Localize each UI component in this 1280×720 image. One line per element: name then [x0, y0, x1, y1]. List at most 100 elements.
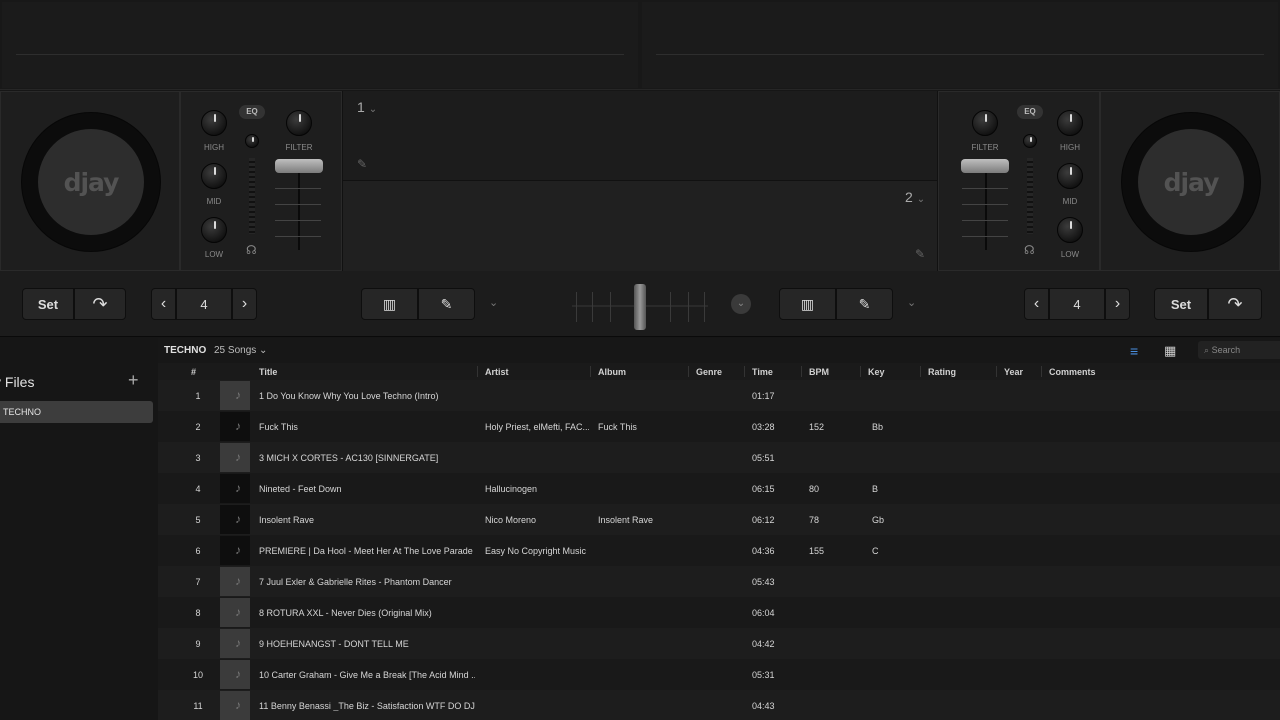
track-key: Bb: [872, 422, 884, 432]
column-rating[interactable]: Rating: [928, 367, 956, 377]
track-time: 06:12: [752, 515, 775, 525]
track-artist: Holy Priest, elMefti, FAC...: [485, 422, 589, 432]
deck-1-number[interactable]: 1 ⌄: [357, 99, 377, 115]
plus-icon[interactable]: +: [128, 370, 139, 391]
right-set-cue-button[interactable]: Set: [1154, 288, 1208, 320]
library-header: TECHNO 25 Songs ⌄ ≡ ▦ ⌕ Search: [158, 338, 1280, 362]
track-title: 10 Carter Graham - Give Me a Break [The …: [259, 670, 475, 680]
right-volume-fader[interactable]: [961, 159, 1009, 173]
filter-knob[interactable]: [972, 110, 998, 136]
eq-mode-dropdown[interactable]: EQ: [239, 105, 265, 119]
column-comments[interactable]: Comments: [1049, 367, 1096, 377]
right-turntable[interactable]: djay: [1121, 112, 1261, 252]
right-mic-button[interactable]: ✎: [836, 288, 893, 320]
table-row[interactable]: 2 ♪ Fuck This Holy Priest, elMefti, FAC... F…: [158, 411, 1280, 442]
music-note-icon: ♪: [235, 388, 241, 402]
chevron-down-icon[interactable]: ⌄: [489, 296, 498, 309]
table-row[interactable]: 5 ♪ Insolent Rave Nico Moreno Insolent Rave 0…: [158, 504, 1280, 535]
chevron-down-icon[interactable]: ⌄: [907, 296, 916, 309]
deck-2-number[interactable]: 2 ⌄: [905, 189, 925, 205]
waveform-overview: [0, 0, 1280, 90]
track-number: 3: [195, 453, 201, 463]
headphones-icon[interactable]: ☊: [246, 243, 257, 257]
track-number: 9: [195, 639, 201, 649]
column-key[interactable]: Key: [868, 367, 885, 377]
column-year[interactable]: Year: [1004, 367, 1023, 377]
left-pitch-down-button[interactable]: ‹: [151, 288, 176, 320]
low-eq-knob[interactable]: [1057, 217, 1083, 243]
pencil-icon[interactable]: ✎: [915, 247, 925, 261]
grid-view-icon[interactable]: ▦: [1164, 343, 1176, 359]
gain-knob[interactable]: [1023, 134, 1037, 148]
right-pitch-down-button[interactable]: ‹: [1024, 288, 1049, 320]
table-row[interactable]: 8 ♪ 8 ROTURA XXL - Never Dies (Original Mi…: [158, 597, 1280, 628]
album-art: ♪: [220, 412, 250, 441]
sidebar-item-techno[interactable]: TECHNO: [0, 401, 153, 423]
filter-label: FILTER: [971, 143, 999, 152]
deck-1-label: 1: [357, 99, 365, 115]
crossfader-options-button[interactable]: ⌄: [731, 294, 751, 314]
column-number[interactable]: #: [191, 367, 196, 377]
library: y Files + TECHNO TECHNO 25 Songs ⌄ ≡ ▦ ⌕…: [0, 338, 1280, 720]
track-time: 05:31: [752, 670, 775, 680]
table-row[interactable]: 10 ♪ 10 Carter Graham - Give Me a Break [T…: [158, 659, 1280, 690]
column-bpm[interactable]: BPM: [809, 367, 829, 377]
loop-icon: ↷: [1227, 293, 1243, 314]
sidebar-title: y Files: [0, 374, 35, 390]
track-number: 4: [195, 484, 201, 494]
column-title[interactable]: Title: [259, 367, 277, 377]
right-loop-button[interactable]: ↷: [1208, 288, 1262, 320]
right-pitch-up-button[interactable]: ›: [1105, 288, 1130, 320]
column-album[interactable]: Album: [598, 367, 626, 377]
left-waveform[interactable]: [2, 2, 638, 88]
left-loop-button[interactable]: ↷: [74, 288, 126, 320]
left-turntable[interactable]: djay: [21, 112, 161, 252]
chevron-left-icon: ‹: [1033, 295, 1040, 312]
left-volume-fader[interactable]: [275, 159, 323, 173]
search-input[interactable]: ⌕ Search: [1198, 341, 1280, 359]
right-waveform[interactable]: [642, 2, 1278, 88]
set-label: Set: [37, 296, 59, 312]
list-view-icon[interactable]: ≡: [1130, 343, 1138, 359]
high-eq-knob[interactable]: [1057, 110, 1083, 136]
table-row[interactable]: 6 ♪ PREMIERE | Da Hool - Meet Her At The L…: [158, 535, 1280, 566]
track-title: 9 HOEHENANGST - DONT TELL ME: [259, 639, 409, 649]
low-eq-knob[interactable]: [201, 217, 227, 243]
right-turntable-panel: djay: [1100, 91, 1280, 271]
table-row[interactable]: 9 ♪ 9 HOEHENANGST - DONT TELL ME 04:42: [158, 628, 1280, 659]
table-row[interactable]: 3 ♪ 3 MICH X CORTES - AC130 [SINNERGATE] 05…: [158, 442, 1280, 473]
right-pitch-value[interactable]: 4: [1049, 288, 1105, 320]
left-sampler-button[interactable]: ▥: [361, 288, 418, 320]
pencil-icon[interactable]: ✎: [357, 157, 367, 171]
track-title: Nineted - Feet Down: [259, 484, 342, 494]
volume-fader-track: [298, 166, 300, 250]
table-row[interactable]: 7 ♪ 7 Juul Exler & Gabrielle Rites - Phant…: [158, 566, 1280, 597]
column-genre[interactable]: Genre: [696, 367, 722, 377]
eq-mode-dropdown[interactable]: EQ: [1017, 105, 1043, 119]
high-eq-knob[interactable]: [201, 110, 227, 136]
crossfader[interactable]: [572, 284, 708, 330]
mid-eq-knob[interactable]: [1057, 163, 1083, 189]
mid-eq-knob[interactable]: [201, 163, 227, 189]
track-title: 11 Benny Benassi _The Biz - Satisfaction…: [259, 701, 475, 711]
left-pitch-up-button[interactable]: ›: [232, 288, 257, 320]
crossfader-handle[interactable]: [634, 284, 646, 330]
left-set-cue-button[interactable]: Set: [22, 288, 74, 320]
table-row[interactable]: 11 ♪ 11 Benny Benassi _The Biz - Satisfact…: [158, 690, 1280, 720]
right-sampler-button[interactable]: ▥: [779, 288, 836, 320]
column-time[interactable]: Time: [752, 367, 773, 377]
album-art: ♪: [220, 505, 250, 534]
left-pitch-value[interactable]: 4: [176, 288, 232, 320]
left-mic-button[interactable]: ✎: [418, 288, 475, 320]
low-label: LOW: [1060, 250, 1080, 259]
headphones-icon[interactable]: ☊: [1024, 243, 1035, 257]
filter-knob[interactable]: [286, 110, 312, 136]
table-row[interactable]: 1 ♪ 1 Do You Know Why You Love Techno (Int…: [158, 380, 1280, 411]
gain-knob[interactable]: [245, 134, 259, 148]
table-row[interactable]: 4 ♪ Nineted - Feet Down Hallucinogen 06:15 80…: [158, 473, 1280, 504]
album-art: ♪: [220, 629, 250, 658]
song-count-dropdown[interactable]: 25 Songs ⌄: [214, 345, 267, 356]
column-artist[interactable]: Artist: [485, 367, 509, 377]
deck-1-waveform[interactable]: [343, 91, 937, 181]
track-number: 6: [195, 546, 201, 556]
